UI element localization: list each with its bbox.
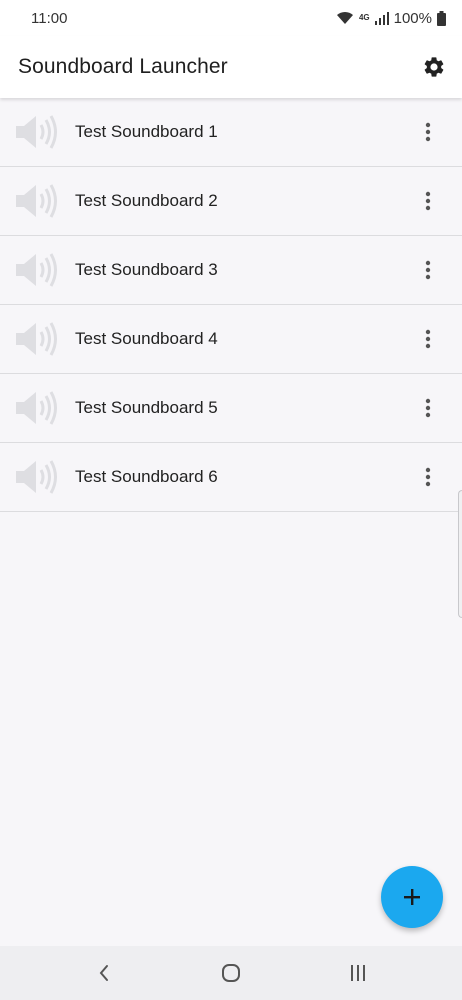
gear-icon bbox=[424, 57, 444, 77]
settings-button[interactable] bbox=[420, 53, 448, 81]
more-vert-icon[interactable] bbox=[414, 457, 442, 497]
home-icon bbox=[221, 964, 240, 982]
status-bar: 11:00 4G 100% bbox=[0, 0, 462, 36]
list-item-label: Test Soundboard 5 bbox=[75, 398, 218, 417]
wifi-icon bbox=[336, 11, 353, 24]
recents-button[interactable] bbox=[333, 953, 383, 993]
plus-icon bbox=[404, 889, 420, 905]
back-icon bbox=[99, 965, 108, 981]
speaker-icon bbox=[14, 250, 60, 290]
speaker-icon bbox=[14, 457, 60, 497]
battery-percent: 100% bbox=[393, 9, 432, 27]
app-bar: Soundboard Launcher bbox=[0, 36, 462, 98]
signal-icon bbox=[374, 11, 389, 25]
list-item[interactable]: Test Soundboard 3 bbox=[0, 236, 462, 305]
list-item-label: Test Soundboard 6 bbox=[75, 467, 218, 486]
status-time: 11:00 bbox=[31, 9, 68, 27]
network-type-label: 4G bbox=[358, 13, 370, 22]
list-item[interactable]: Test Soundboard 5 bbox=[0, 374, 462, 443]
edge-panel-handle[interactable] bbox=[458, 490, 462, 618]
recents-icon bbox=[351, 965, 366, 981]
more-vert-icon[interactable] bbox=[414, 319, 442, 359]
more-vert-icon[interactable] bbox=[414, 181, 442, 221]
speaker-icon bbox=[14, 388, 60, 428]
add-soundboard-button[interactable] bbox=[381, 866, 443, 928]
list-item[interactable]: Test Soundboard 2 bbox=[0, 167, 462, 236]
soundboard-list: Test Soundboard 1 Test Soundboard 2 Test… bbox=[0, 98, 462, 512]
speaker-icon bbox=[14, 181, 60, 221]
more-vert-icon[interactable] bbox=[414, 112, 442, 152]
list-item[interactable]: Test Soundboard 4 bbox=[0, 305, 462, 374]
battery-icon bbox=[437, 10, 446, 26]
list-item[interactable]: Test Soundboard 6 bbox=[0, 443, 462, 512]
list-item[interactable]: Test Soundboard 1 bbox=[0, 98, 462, 167]
speaker-icon bbox=[14, 319, 60, 359]
back-button[interactable] bbox=[79, 953, 129, 993]
list-item-label: Test Soundboard 2 bbox=[75, 191, 218, 210]
speaker-icon bbox=[14, 112, 60, 152]
list-item-label: Test Soundboard 1 bbox=[75, 122, 218, 141]
more-vert-icon[interactable] bbox=[414, 388, 442, 428]
page-title: Soundboard Launcher bbox=[18, 55, 228, 78]
list-item-label: Test Soundboard 3 bbox=[75, 260, 218, 279]
status-icons: 4G 100% bbox=[336, 10, 446, 27]
home-button[interactable] bbox=[206, 953, 256, 993]
list-item-label: Test Soundboard 4 bbox=[75, 329, 218, 348]
system-nav-bar bbox=[0, 946, 462, 1000]
more-vert-icon[interactable] bbox=[414, 250, 442, 290]
screen: 11:00 4G 100% Soundboard Launcher Test S… bbox=[0, 0, 462, 1000]
